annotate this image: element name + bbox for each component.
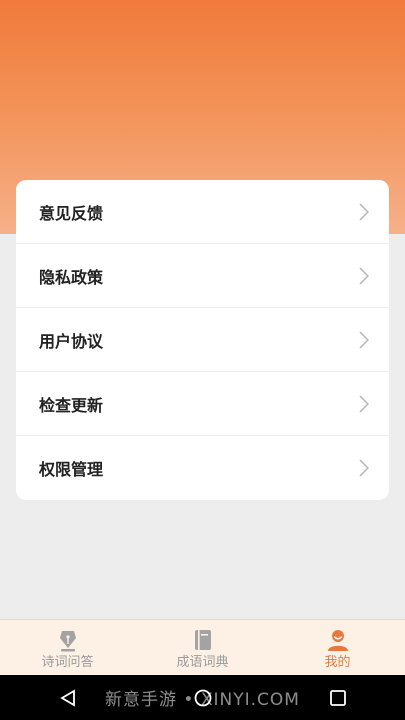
menu-item-permission-management[interactable]: 权限管理: [16, 436, 389, 500]
chevron-right-icon: [357, 202, 371, 222]
tab-label: 我的: [324, 655, 351, 670]
chevron-right-icon: [357, 266, 371, 286]
menu-item-label: 权限管理: [39, 460, 104, 479]
recent-apps-icon[interactable]: [318, 678, 358, 718]
menu-item-label: 用户协议: [39, 331, 104, 351]
menu-item-privacy-policy[interactable]: 隐私政策: [16, 244, 389, 308]
menu-item-label: 检查更新: [39, 395, 104, 415]
user-icon: [326, 628, 350, 652]
chevron-right-icon: [357, 330, 371, 350]
book-icon: [191, 628, 215, 652]
system-navigation-bar: [0, 675, 405, 720]
menu-item-user-agreement[interactable]: 用户协议: [16, 308, 389, 372]
home-icon[interactable]: [183, 678, 223, 718]
tab-idiom-dictionary[interactable]: 成语词典: [135, 620, 270, 675]
tab-poetry-quiz[interactable]: 诗词问答: [0, 620, 135, 675]
menu-item-label: 意见反馈: [39, 203, 104, 223]
chevron-right-icon: [357, 394, 371, 414]
pen-nib-icon: [56, 628, 80, 652]
bottom-tab-bar: 诗词问答 成语词典 我的: [0, 619, 405, 675]
back-icon[interactable]: [48, 678, 88, 718]
settings-menu-card: 意见反馈 隐私政策 用户协议 检查更新 权限管理: [16, 180, 389, 500]
tab-label: 成语词典: [176, 655, 229, 670]
menu-item-check-update[interactable]: 检查更新: [16, 372, 389, 436]
tab-mine[interactable]: 我的: [270, 620, 405, 675]
chevron-right-icon: [357, 458, 371, 478]
tab-label: 诗词问答: [41, 655, 94, 670]
menu-item-label: 隐私政策: [39, 267, 104, 287]
menu-item-feedback[interactable]: 意见反馈: [16, 180, 389, 244]
